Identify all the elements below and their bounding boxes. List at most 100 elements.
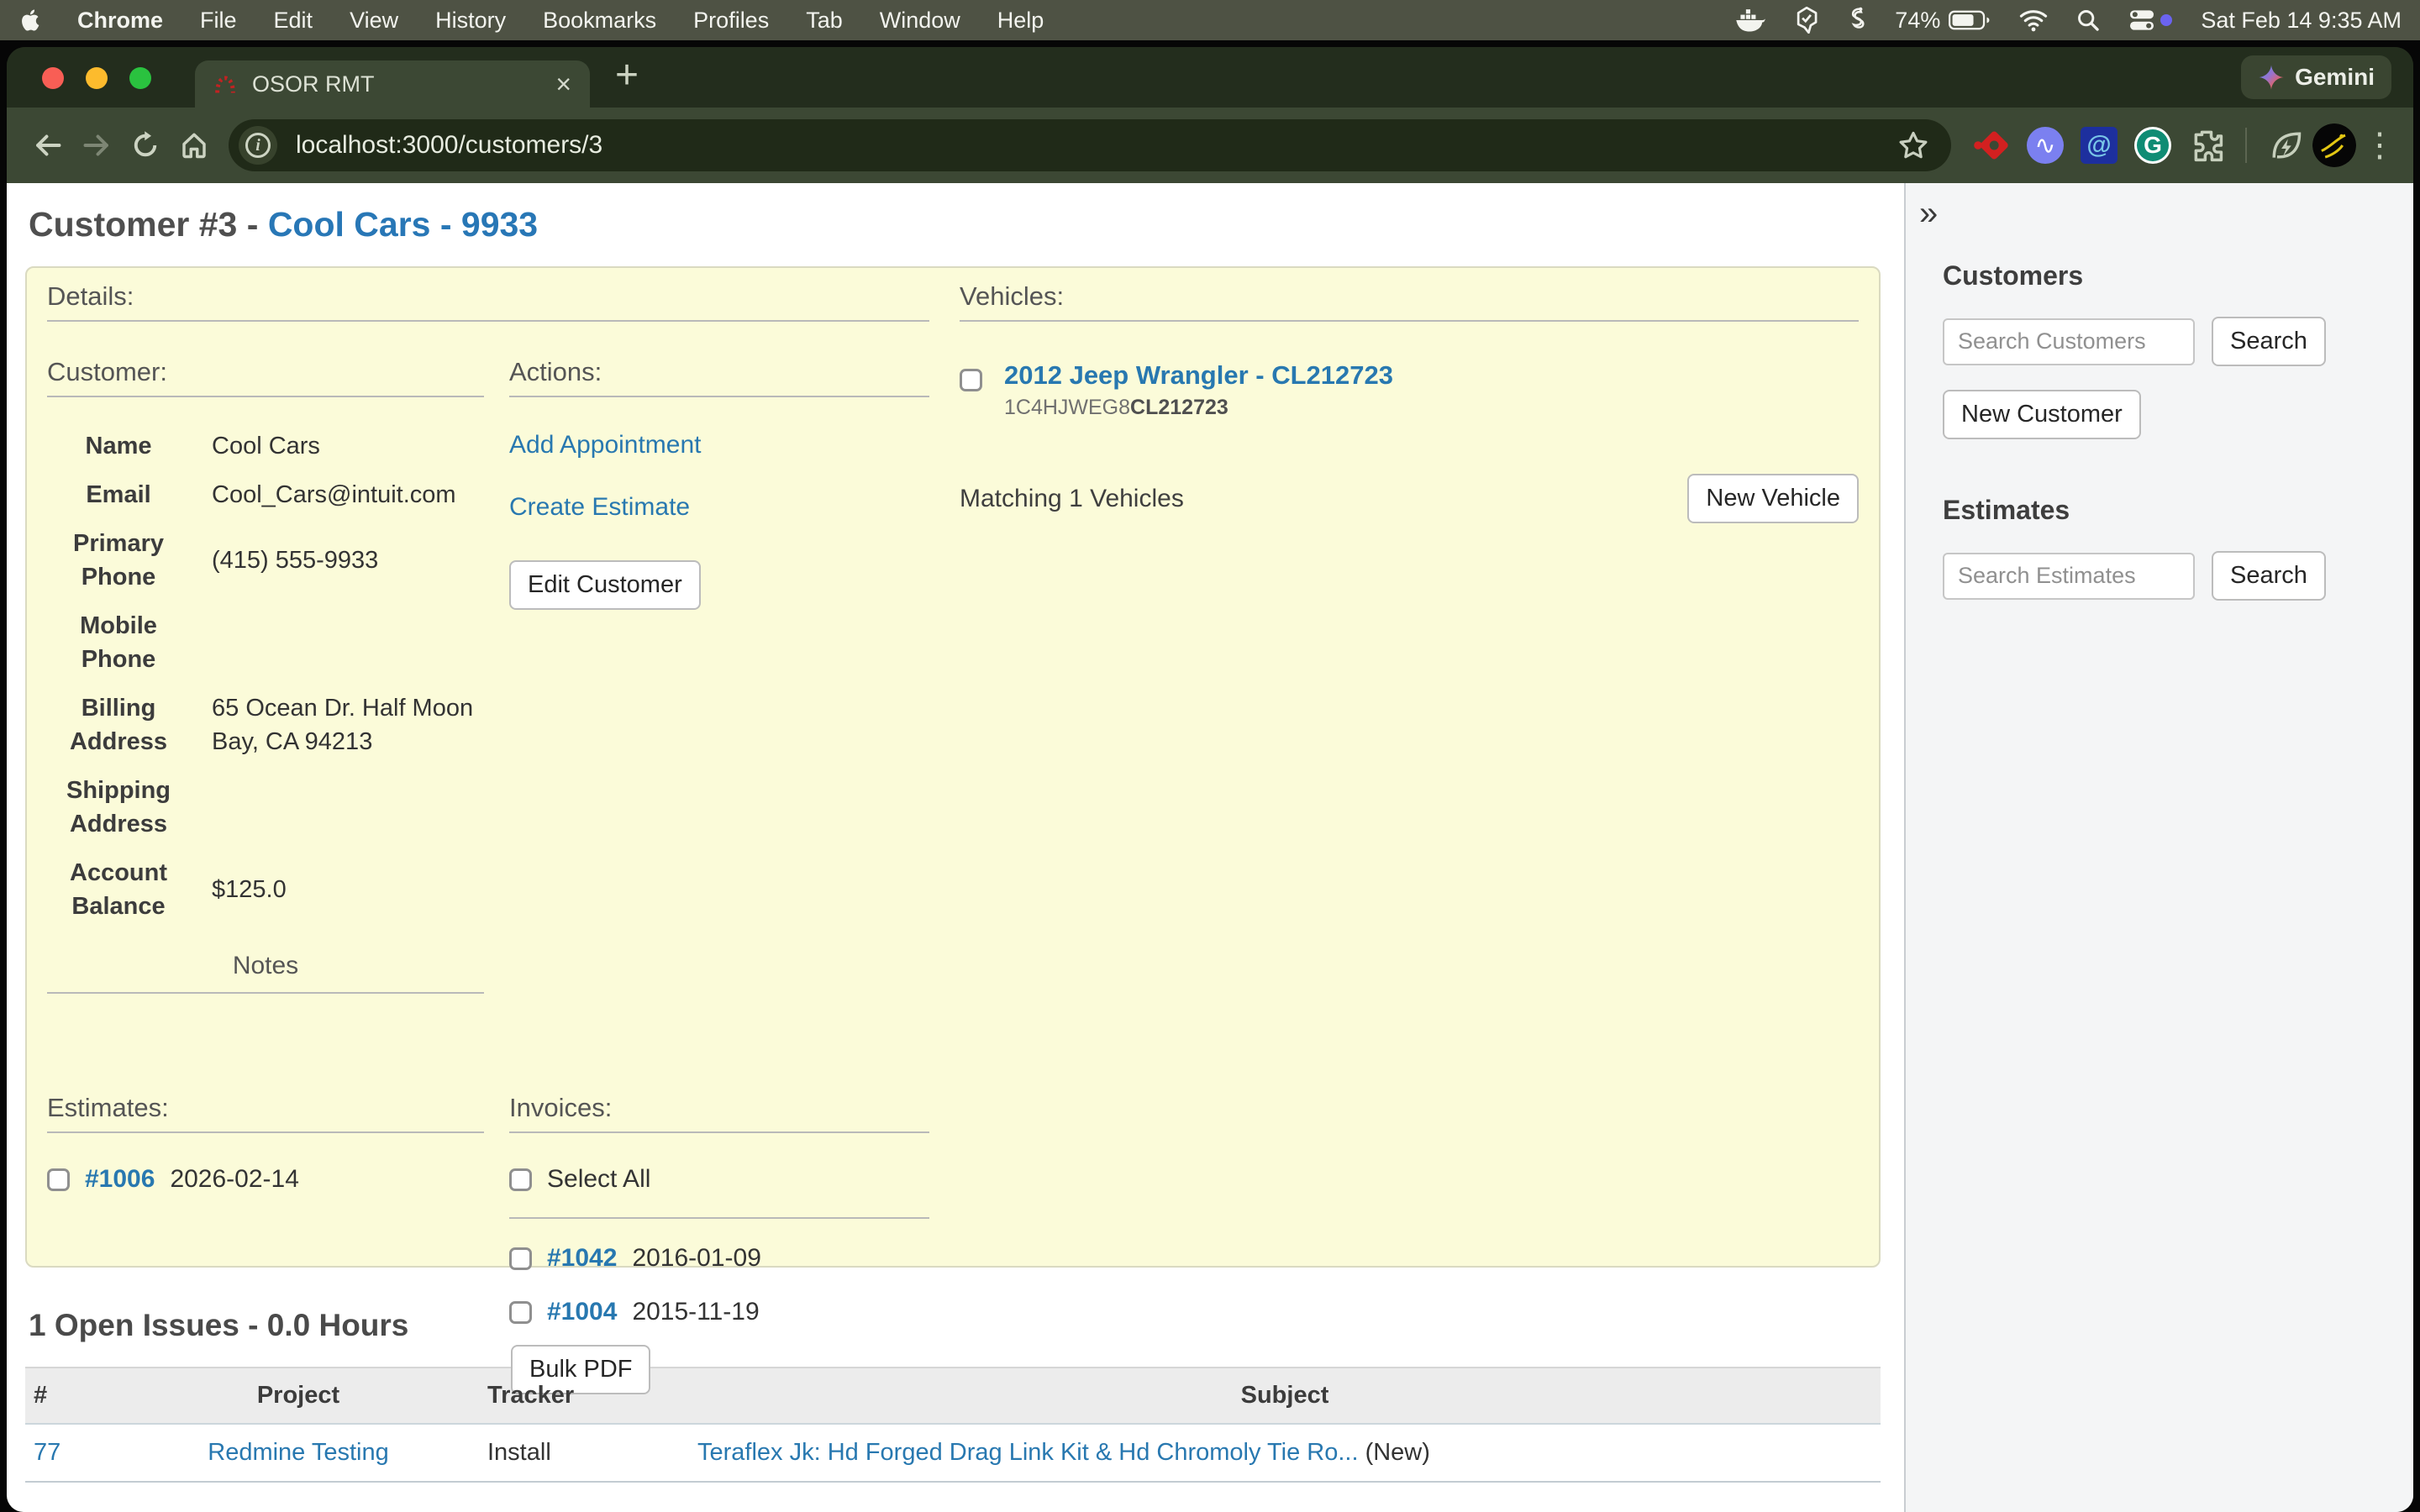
new-customer-button[interactable]: New Customer xyxy=(1943,390,2141,439)
invoice-checkbox-1042[interactable] xyxy=(509,1247,532,1270)
field-value-account-balance: $125.0 xyxy=(212,873,484,906)
select-all-checkbox[interactable] xyxy=(509,1168,532,1191)
reload-button[interactable] xyxy=(121,121,170,170)
main-area: Customer #3 - Cool Cars - 9933 Details: … xyxy=(7,183,1904,1512)
field-value-name: Cool Cars xyxy=(212,429,484,463)
vehicle-vin: 1C4HJWEG8CL212723 xyxy=(1004,396,1393,420)
invoice-date-1004: 2015-11-19 xyxy=(632,1298,759,1326)
menu-view[interactable]: View xyxy=(350,8,398,34)
invoice-checkbox-1004[interactable] xyxy=(509,1301,532,1324)
tab-title: OSOR RMT xyxy=(252,71,375,97)
collapse-sidebar-icon[interactable]: » xyxy=(1919,197,1938,230)
field-label-name: Name xyxy=(47,429,190,463)
ext-blue-lock-icon[interactable]: @ xyxy=(2075,122,2123,169)
invoice-item: #1042 2016-01-09 xyxy=(509,1244,929,1273)
field-label-billing-address: Billing Address xyxy=(47,691,190,759)
vehicle-item: 2012 Jeep Wrangler - CL212723 1C4HJWEG8C… xyxy=(960,360,1859,420)
forward-button[interactable] xyxy=(72,121,121,170)
gemini-icon xyxy=(2258,64,2285,91)
tab-close-icon[interactable]: × xyxy=(555,71,571,97)
search-customers-button[interactable]: Search xyxy=(2212,317,2326,366)
browser-tab[interactable]: OSOR RMT × xyxy=(195,60,590,108)
menubar-clock[interactable]: Sat Feb 14 9:35 AM xyxy=(2201,8,2402,34)
spotlight-icon[interactable] xyxy=(2076,8,2100,32)
customer-section: Customer: Name Cool Cars Email Cool_Cars… xyxy=(47,357,484,994)
menu-bookmarks[interactable]: Bookmarks xyxy=(543,8,656,34)
customer-title-link[interactable]: Cool Cars - 9933 xyxy=(268,205,538,244)
field-label-primary-phone: Primary Phone xyxy=(47,527,190,594)
issue-project-link[interactable]: Redmine Testing xyxy=(208,1439,388,1466)
page-content: Customer #3 - Cool Cars - 9933 Details: … xyxy=(7,183,2413,1512)
tab-favicon xyxy=(213,72,237,96)
tab-strip: OSOR RMT × + Gemini xyxy=(7,47,2413,108)
field-label-shipping-address: Shipping Address xyxy=(47,774,190,841)
estimate-checkbox[interactable] xyxy=(47,1168,70,1191)
url-text[interactable]: localhost:3000/customers/3 xyxy=(296,131,602,160)
back-button[interactable] xyxy=(24,121,72,170)
ext-red-diamond-icon[interactable] xyxy=(1968,122,2015,169)
home-button[interactable] xyxy=(170,121,218,170)
vehicle-checkbox[interactable] xyxy=(960,369,982,391)
browser-window: OSOR RMT × + Gemini i localhost:3000/cus… xyxy=(7,47,2413,1512)
invoice-date-1042: 2016-01-09 xyxy=(632,1244,760,1273)
field-label-mobile-phone: Mobile Phone xyxy=(47,609,190,676)
invoice-item: #1004 2015-11-19 xyxy=(509,1298,929,1326)
close-window-button[interactable] xyxy=(42,67,64,89)
gemini-label: Gemini xyxy=(2295,64,2375,91)
menu-profiles[interactable]: Profiles xyxy=(693,8,769,34)
hex-badge-icon[interactable] xyxy=(1794,7,1819,34)
ext-grammarly-icon[interactable]: G xyxy=(2129,122,2176,169)
battery-indicator[interactable]: 74% xyxy=(1895,8,1991,34)
field-value-email: Cool_Cars@intuit.com xyxy=(212,478,484,512)
search-estimates-button[interactable]: Search xyxy=(2212,551,2326,601)
docker-icon[interactable] xyxy=(1735,8,1765,33)
menu-file[interactable]: File xyxy=(200,8,237,34)
vehicles-section: Vehicles: 2012 Jeep Wrangler - CL212723 … xyxy=(960,281,1859,1394)
new-vehicle-button[interactable]: New Vehicle xyxy=(1687,474,1859,523)
vehicle-link[interactable]: 2012 Jeep Wrangler - CL212723 xyxy=(1004,360,1393,390)
control-center-icon[interactable] xyxy=(2128,8,2172,32)
zoom-window-button[interactable] xyxy=(129,67,151,89)
field-value-primary-phone: (415) 555-9933 xyxy=(212,543,484,577)
issue-status: (New) xyxy=(1359,1439,1430,1466)
extensions-puzzle-icon[interactable] xyxy=(2183,122,2230,169)
menu-edit[interactable]: Edit xyxy=(274,8,313,34)
window-controls xyxy=(42,67,151,89)
menu-window[interactable]: Window xyxy=(880,8,960,34)
edit-customer-button[interactable]: Edit Customer xyxy=(509,560,701,610)
menu-history[interactable]: History xyxy=(435,8,506,34)
invoices-section: Invoices: Select All #1042 xyxy=(509,1093,929,1394)
dragon-icon[interactable] xyxy=(1848,6,1866,34)
issue-id-link[interactable]: 77 xyxy=(34,1439,60,1466)
invoice-link-1004[interactable]: #1004 xyxy=(547,1298,617,1326)
issue-subject-link[interactable]: Teraflex Jk: Hd Forged Drag Link Kit & H… xyxy=(697,1439,1359,1466)
create-estimate-link[interactable]: Create Estimate xyxy=(509,493,929,522)
bookmark-star-icon[interactable] xyxy=(1897,129,1929,161)
invoice-link-1042[interactable]: #1042 xyxy=(547,1244,617,1273)
page-title-prefix: Customer #3 - xyxy=(29,205,268,244)
menu-kebab-icon[interactable]: ⋮ xyxy=(2363,126,2396,165)
wifi-icon[interactable] xyxy=(2019,8,2048,32)
profile-avatar[interactable] xyxy=(2312,123,2356,167)
search-estimates-input[interactable] xyxy=(1943,553,2195,600)
gemini-button[interactable]: Gemini xyxy=(2241,55,2391,99)
add-appointment-link[interactable]: Add Appointment xyxy=(509,431,929,459)
estimate-link[interactable]: #1006 xyxy=(85,1165,155,1194)
field-label-account-balance: Account Balance xyxy=(47,856,190,923)
address-bar[interactable]: i localhost:3000/customers/3 xyxy=(229,119,1951,171)
estimate-item: #1006 2026-02-14 xyxy=(47,1165,484,1194)
ext-purple-wave-icon[interactable]: ∿ xyxy=(2022,122,2069,169)
performance-leaf-icon[interactable] xyxy=(2262,122,2309,169)
select-all-label: Select All xyxy=(547,1165,650,1194)
site-info-icon[interactable]: i xyxy=(239,126,277,165)
minimize-window-button[interactable] xyxy=(86,67,108,89)
details-column: Details: Customer: Name Cool Cars Email … xyxy=(47,281,929,1394)
apple-icon[interactable] xyxy=(18,8,40,33)
menu-help[interactable]: Help xyxy=(997,8,1044,34)
menu-chrome[interactable]: Chrome xyxy=(77,8,163,34)
search-customers-input[interactable] xyxy=(1943,318,2195,365)
actions-header: Actions: xyxy=(509,357,929,397)
new-tab-button[interactable]: + xyxy=(615,55,639,96)
field-value-billing-address: 65 Ocean Dr. Half Moon Bay, CA 94213 xyxy=(212,691,484,759)
menu-tab[interactable]: Tab xyxy=(806,8,843,34)
